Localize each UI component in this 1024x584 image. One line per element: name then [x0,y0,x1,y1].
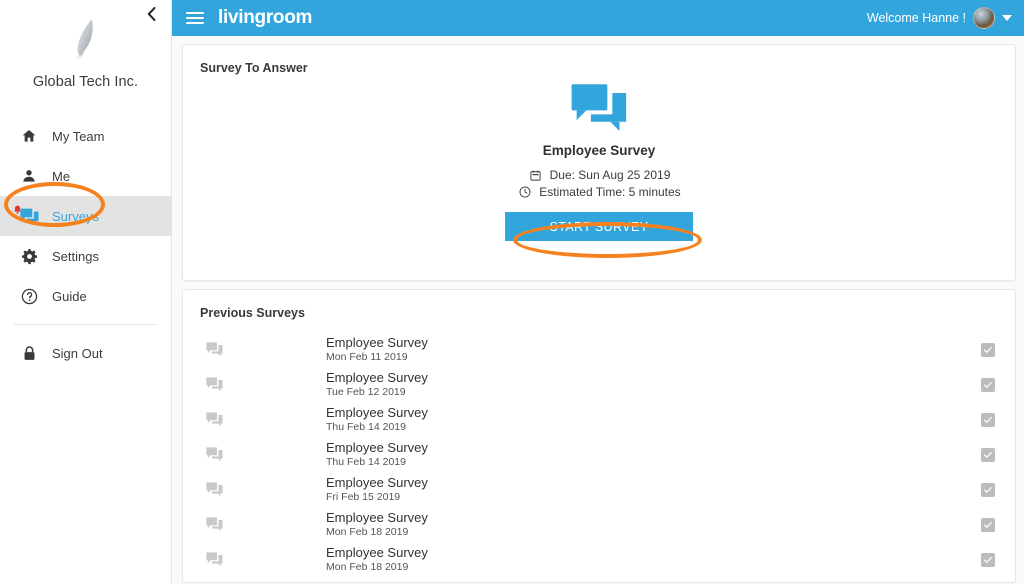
brand-name: Global Tech Inc. [0,74,171,90]
start-survey-button[interactable]: START SURVEY [505,212,693,241]
survey-row-date: Tue Feb 12 2019 [326,387,428,398]
sidebar-item-label: Sign Out [52,346,103,361]
help-circle-icon [17,284,41,308]
forum-icon [202,412,226,427]
table-row[interactable]: Employee Survey Fri Feb 15 2019 [183,472,1015,507]
check-icon [981,553,995,567]
check-icon [981,413,995,427]
survey-row-text: Employee Survey Fri Feb 15 2019 [326,476,428,504]
lock-icon [17,341,41,365]
survey-hero: Employee Survey Due: Sun Aug 25 2019 [183,83,1015,241]
survey-row-date: Mon Feb 18 2019 [326,562,428,573]
survey-row-text: Employee Survey Mon Feb 18 2019 [326,511,428,539]
check-icon [981,343,995,357]
survey-row-name: Employee Survey [326,406,428,420]
survey-row-name: Employee Survey [326,441,428,455]
chevron-down-icon[interactable] [1002,15,1012,21]
calendar-icon [528,170,544,181]
sidebar-nav: My Team Me [0,116,171,373]
main-area: livingroom Welcome Hanne ! Survey To Ans… [172,0,1024,584]
check-icon [981,378,995,392]
survey-row-name: Employee Survey [326,546,428,560]
forum-icon [202,377,226,392]
top-bar: livingroom Welcome Hanne ! [172,0,1024,36]
survey-row-status[interactable] [981,378,995,392]
avatar[interactable] [973,7,995,29]
survey-row-date: Thu Feb 14 2019 [326,457,428,468]
survey-row-status[interactable] [981,518,995,532]
check-icon [981,448,995,462]
table-row[interactable]: Employee Survey Thu Feb 14 2019 [183,437,1015,472]
survey-row-name: Employee Survey [326,336,428,350]
forum-icon [202,447,226,462]
sidebar-item-label: Settings [52,249,99,264]
app-title: livingroom [218,7,312,29]
survey-row-status[interactable] [981,413,995,427]
check-icon [981,518,995,532]
check-icon [981,483,995,497]
sidebar-item-surveys[interactable]: Surveys [0,196,171,236]
survey-due-row: Due: Sun Aug 25 2019 [528,167,671,183]
survey-to-answer-card: Survey To Answer Employee Survey [182,44,1016,281]
sidebar: Global Tech Inc. My Team [0,0,172,584]
card-title-previous-surveys: Previous Surveys [183,290,1015,320]
app-root: Global Tech Inc. My Team [0,0,1024,584]
forum-icon [202,342,226,357]
survey-row-text: Employee Survey Thu Feb 14 2019 [326,441,428,469]
forum-icon [202,482,226,497]
forum-icon [202,552,226,567]
sidebar-item-me[interactable]: Me [0,156,171,196]
survey-estimate-text: Estimated Time: 5 minutes [539,184,680,200]
table-row[interactable]: Employee Survey Thu Feb 14 2019 [183,402,1015,437]
table-row[interactable]: Employee Survey Mon Feb 18 2019 [183,542,1015,577]
sidebar-divider [14,324,157,325]
sidebar-item-label: My Team [52,129,105,144]
table-row[interactable]: Employee Survey Mon Feb 11 2019 [183,332,1015,367]
notification-badge-icon [14,202,21,211]
sidebar-item-guide[interactable]: Guide [0,276,171,316]
sidebar-item-label: Me [52,169,70,184]
topbar-user-area: Welcome Hanne ! [867,7,1012,29]
survey-row-status[interactable] [981,448,995,462]
survey-row-status[interactable] [981,343,995,357]
sidebar-item-label: Surveys [52,209,99,224]
welcome-text: Welcome Hanne ! [867,11,966,25]
survey-row-status[interactable] [981,483,995,497]
survey-row-text: Employee Survey Tue Feb 12 2019 [326,371,428,399]
survey-row-text: Employee Survey Thu Feb 14 2019 [326,406,428,434]
forum-icon [202,517,226,532]
sidebar-item-label: Guide [52,289,87,304]
card-title-survey-to-answer: Survey To Answer [183,45,1015,75]
survey-estimate-row: Estimated Time: 5 minutes [517,184,680,200]
hamburger-menu-icon[interactable] [186,9,204,27]
home-icon [17,124,41,148]
survey-due-text: Due: Sun Aug 25 2019 [550,167,671,183]
sidebar-item-my-team[interactable]: My Team [0,116,171,156]
survey-row-name: Employee Survey [326,371,428,385]
survey-name: Employee Survey [543,143,656,158]
chevron-left-icon [147,7,156,25]
sidebar-item-settings[interactable]: Settings [0,236,171,276]
previous-surveys-list: Employee SurveyMon Feb 11 2019Employee S… [183,332,1015,577]
survey-row-date: Mon Feb 18 2019 [326,527,428,538]
survey-row-text: Employee Survey Mon Feb 11 2019 [326,336,428,364]
sidebar-item-sign-out[interactable]: Sign Out [0,333,171,373]
sidebar-collapse-button[interactable] [139,4,163,28]
previous-surveys-card: Previous Surveys Employee Survey Mon Feb … [182,289,1016,583]
survey-row-name: Employee Survey [326,511,428,525]
clock-icon [517,186,533,198]
survey-row-status[interactable] [981,553,995,567]
gear-icon [17,244,41,268]
content-area: Survey To Answer Employee Survey [172,36,1024,584]
table-row[interactable]: Employee Survey Mon Feb 18 2019 [183,507,1015,542]
survey-row-name: Employee Survey [326,476,428,490]
survey-row-date: Mon Feb 11 2019 [326,352,428,363]
survey-row-date: Thu Feb 14 2019 [326,422,428,433]
survey-row-text: Employee Survey Mon Feb 18 2019 [326,546,428,574]
table-row[interactable]: Employee Survey Tue Feb 12 2019 [183,367,1015,402]
person-icon [17,164,41,188]
forum-icon [570,83,628,138]
survey-row-date: Fri Feb 15 2019 [326,492,428,503]
